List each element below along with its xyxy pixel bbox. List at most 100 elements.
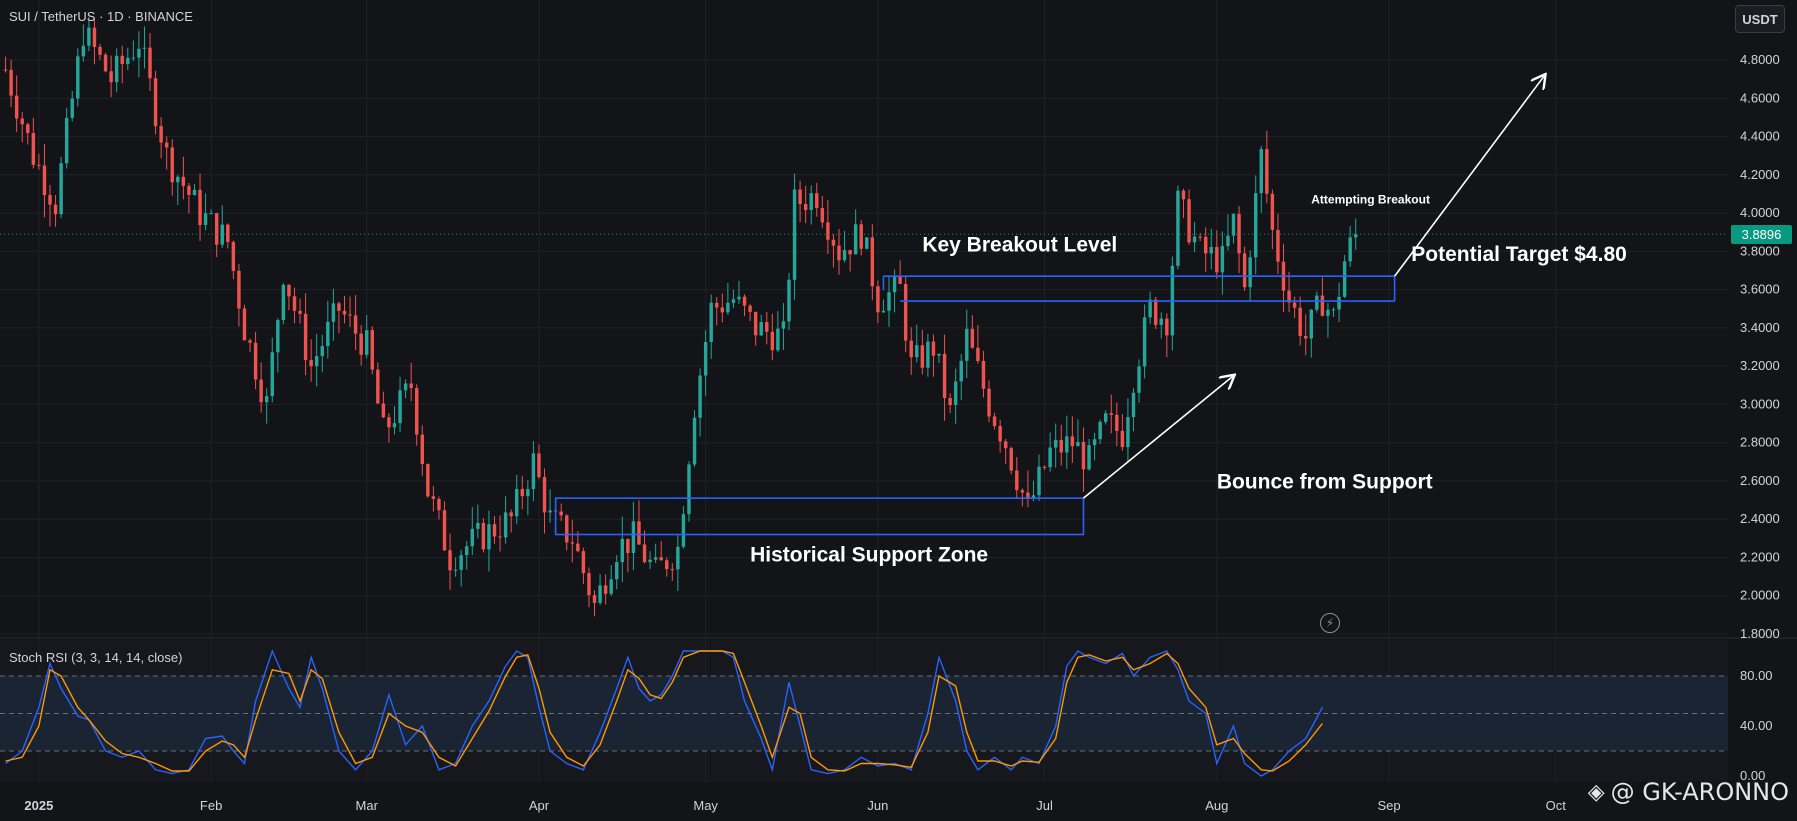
candle <box>281 283 286 325</box>
candle-body <box>687 464 691 515</box>
candle-body <box>837 245 841 261</box>
candle-body <box>648 559 652 563</box>
candle-body <box>665 560 669 570</box>
annotation-label: Bounce from Support <box>1217 471 1433 494</box>
candle-body <box>731 299 736 303</box>
candle-body <box>437 498 441 511</box>
candle-body <box>1009 448 1013 471</box>
candle-body <box>998 426 1002 442</box>
candle-body <box>842 250 847 261</box>
candle-body <box>715 302 719 308</box>
candle-body <box>1092 439 1097 446</box>
candle-body <box>242 308 247 341</box>
candle-body <box>1292 302 1297 308</box>
candle-body <box>559 511 563 516</box>
candle-body <box>965 328 969 361</box>
candle-body <box>1003 441 1008 449</box>
candle-body <box>1315 295 1319 310</box>
candle-body <box>148 47 152 79</box>
candle-body <box>920 345 925 368</box>
candle-body <box>1309 309 1314 339</box>
candle-body <box>420 434 424 465</box>
candle-body <box>26 124 30 134</box>
candle-body <box>515 488 519 517</box>
price-tick-label: 2.8000 <box>1740 435 1780 450</box>
candle-body <box>1020 490 1025 493</box>
candle-body <box>903 283 908 341</box>
candle-body <box>1253 193 1258 258</box>
candle-body <box>781 321 786 329</box>
candle-body <box>698 375 702 418</box>
candle-body <box>1165 318 1169 336</box>
time-tick-label: Aug <box>1205 798 1228 813</box>
candle <box>687 461 691 522</box>
candle-body <box>526 489 530 497</box>
candle-body <box>331 303 336 322</box>
time-tick-label: Sep <box>1377 798 1400 813</box>
candle-body <box>431 496 436 499</box>
candle-body <box>853 224 858 255</box>
candle-body <box>59 163 63 215</box>
currency-button[interactable]: USDT <box>1735 5 1785 33</box>
candle-body <box>103 54 108 72</box>
time-tick-label: May <box>693 798 718 813</box>
candle-body <box>570 542 575 544</box>
candle-body <box>259 379 263 403</box>
candle-body <box>31 133 36 165</box>
chart-canvas[interactable]: 1.8000 2.0000 2.2000 2.4000 2.6000 2.8000 3.00… <box>0 0 1797 821</box>
candle-body <box>1087 445 1091 470</box>
candle-body <box>170 147 174 183</box>
candle-body <box>1103 413 1108 422</box>
candle-body <box>1109 413 1113 415</box>
candle-body <box>220 224 224 245</box>
candle <box>153 70 158 135</box>
candle-body <box>848 250 852 255</box>
lightning-icon[interactable]: ⚡ <box>1320 613 1340 633</box>
time-tick-label: Apr <box>529 798 550 813</box>
annotation-label: Historical Support Zone <box>750 543 988 566</box>
candle-body <box>642 544 647 563</box>
candle-body <box>770 331 775 351</box>
candle-body <box>409 383 413 389</box>
candle-body <box>753 311 758 336</box>
candle <box>865 237 869 250</box>
time-tick-label: Mar <box>356 798 379 813</box>
candle-body <box>492 524 497 537</box>
candle-body <box>70 98 74 118</box>
candle-body <box>398 390 402 424</box>
candle-body <box>1326 309 1330 316</box>
candle-body <box>1115 414 1119 431</box>
candle-body <box>176 176 180 183</box>
time-tick-label: Oct <box>1546 798 1567 813</box>
candle-body <box>209 213 213 215</box>
candle-body <box>1081 441 1086 470</box>
candle-body <box>720 307 725 313</box>
price-tick-label: 3.2000 <box>1740 358 1780 373</box>
chart-stage[interactable]: 1.8000 2.0000 2.2000 2.4000 2.6000 2.8000 3.00… <box>0 0 1797 821</box>
candle-body <box>92 27 97 47</box>
candle-body <box>1181 190 1186 200</box>
candle-body <box>9 69 13 96</box>
candle-body <box>453 569 458 571</box>
candle-body <box>803 204 808 211</box>
candle-body <box>909 340 913 358</box>
candle-body <box>670 569 675 571</box>
candle-body <box>465 546 469 556</box>
candle-body <box>120 55 124 64</box>
candle-body <box>631 521 636 553</box>
candle-body <box>276 319 280 353</box>
candle-body <box>487 524 491 550</box>
price-tick-label: 2.4000 <box>1740 511 1780 526</box>
candle-body <box>237 270 241 309</box>
candle-body <box>1265 149 1269 194</box>
candle-body <box>959 360 963 382</box>
candle-body <box>581 551 586 574</box>
price-tick-label: 4.8000 <box>1740 52 1780 67</box>
binance-diamond-icon: ◈ <box>1587 779 1605 805</box>
candle-body <box>1304 335 1308 339</box>
candle-body <box>1226 235 1230 247</box>
candle-body <box>765 322 769 332</box>
candle-body <box>748 305 752 312</box>
candle-body <box>153 78 158 127</box>
candle-body <box>565 515 569 543</box>
